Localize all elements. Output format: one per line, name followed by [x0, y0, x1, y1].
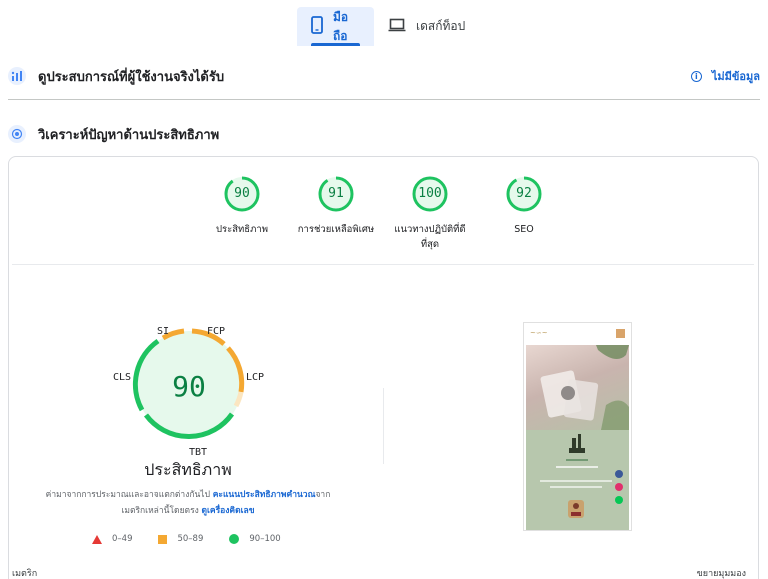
score-value: 90	[234, 186, 250, 201]
expand-view-toggle[interactable]: ขยายมุมมอง	[697, 566, 746, 579]
metric-label-cls: CLS	[113, 372, 132, 383]
menu-icon	[616, 329, 625, 338]
calculator-link[interactable]: ดูเครื่องคิดเลข	[201, 506, 254, 516]
circle-icon	[229, 534, 240, 544]
tab-mobile[interactable]: มือถือ	[297, 7, 374, 46]
score-gauges: 90 ประสิทธิภาพ 91 การช่วยเหลือพิเศษ 100 …	[0, 175, 768, 255]
thumbnail-hero-image	[526, 345, 629, 430]
no-data-label: ไม่มีข้อมูล	[711, 70, 760, 83]
score-best-practices[interactable]: 100 แนวทางปฏิบัติที่ดีที่สุด	[385, 175, 475, 252]
metric-label-lcp: LCP	[246, 372, 265, 383]
performance-gauge: 90 SI FCP LCP TBT CLS	[100, 320, 276, 480]
desc-text: ค่ามาจากการประมาณและอาจแตกต่างกันไป	[45, 490, 213, 500]
triangle-icon	[92, 534, 102, 544]
device-tabs: มือถือ เดสก์ท็อป	[297, 7, 479, 46]
performance-description: ค่ามาจากการประมาณและอาจแตกต่างกันไป คะแน…	[38, 487, 338, 519]
legend-label: 90–100	[249, 534, 281, 544]
score-label: การช่วยเหลือพิเศษ	[297, 224, 375, 235]
thumbnail-footer	[526, 430, 629, 530]
metric-label-fcp: FCP	[207, 326, 226, 337]
lab-data-icon	[8, 125, 26, 143]
performance-score: 90	[172, 370, 206, 403]
legend-poor: 0–49	[92, 534, 132, 544]
section-divider	[8, 99, 760, 100]
tab-mobile-label: มือถือ	[333, 9, 349, 43]
diagnose-title: วิเคราะห์ปัญหาด้านประสิทธิภาพ	[38, 127, 220, 143]
field-data-header: ดูประสบการณ์ที่ผู้ใช้งานจริงได้รับ i ไม่…	[8, 64, 760, 88]
legend-label: 0–49	[112, 534, 133, 544]
phone-icon	[311, 16, 323, 37]
score-accessibility[interactable]: 91 การช่วยเหลือพิเศษ	[291, 175, 381, 237]
instagram-icon	[615, 483, 623, 491]
score-value: 92	[516, 186, 532, 201]
thumbnail-header: ~∽~	[524, 323, 631, 345]
score-value: 100	[418, 186, 442, 201]
metrics-heading: เมตริก	[12, 569, 38, 579]
score-legend: 0–49 50–89 90–100	[92, 534, 307, 544]
column-divider	[383, 388, 384, 464]
thumbnail-logo: ~∽~	[530, 329, 548, 337]
score-calc-link[interactable]: คะแนนประสิทธิภาพคำนวณ	[213, 490, 316, 500]
gauge-divider	[12, 264, 754, 265]
score-label: SEO	[514, 224, 534, 235]
laptop-icon	[388, 18, 406, 35]
metric-label-si: SI	[157, 326, 170, 337]
score-performance[interactable]: 90 ประสิทธิภาพ	[197, 175, 287, 237]
metric-label-tbt: TBT	[189, 447, 208, 458]
tab-desktop[interactable]: เดสก์ท็อป	[374, 7, 479, 46]
field-data-title: ดูประสบการณ์ที่ผู้ใช้งานจริงได้รับ	[38, 69, 225, 85]
legend-average: 50–89	[158, 534, 203, 544]
legend-good: 90–100	[229, 534, 281, 544]
no-data-link[interactable]: i ไม่มีข้อมูล	[690, 67, 760, 85]
square-icon	[158, 534, 168, 544]
field-data-icon	[8, 67, 26, 85]
score-value: 91	[328, 186, 344, 201]
diagnose-header: วิเคราะห์ปัญหาด้านประสิทธิภาพ	[8, 122, 760, 146]
score-label: ประสิทธิภาพ	[216, 224, 268, 235]
legend-label: 50–89	[177, 534, 204, 544]
page-screenshot-thumbnail[interactable]: ~∽~	[523, 322, 632, 531]
score-seo[interactable]: 92 SEO	[479, 175, 569, 237]
info-icon: i	[690, 70, 702, 82]
line-icon	[615, 496, 623, 504]
score-label: แนวทางปฏิบัติที่ดีที่สุด	[394, 224, 466, 250]
performance-title: ประสิทธิภาพ	[144, 460, 232, 479]
facebook-icon	[615, 470, 623, 478]
tab-desktop-label: เดสก์ท็อป	[416, 19, 466, 33]
